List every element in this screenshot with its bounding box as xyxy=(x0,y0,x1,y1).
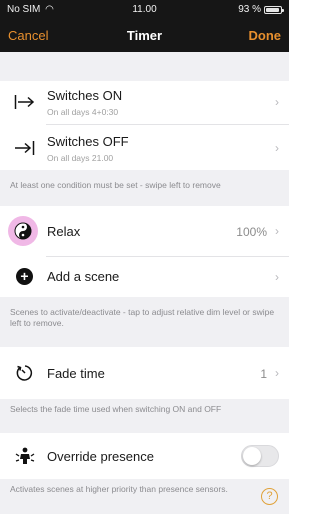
nav-bar: Cancel Timer Done xyxy=(0,28,289,46)
switches-off-subtitle: On all days 21.00 xyxy=(47,153,114,163)
status-bar: No SIM ◠ 11.00 93 % xyxy=(0,4,289,18)
arrow-bar-right-icon xyxy=(15,141,35,155)
arrow-to-bar-right-icon xyxy=(14,95,35,109)
section-spacer xyxy=(0,52,289,81)
done-button[interactable]: Done xyxy=(249,28,282,43)
override-presence-label: Override presence xyxy=(47,449,154,464)
add-scene-row[interactable]: + Add a scene › xyxy=(0,257,289,297)
battery-icon xyxy=(264,5,284,14)
header: No SIM ◠ 11.00 93 % Cancel Timer Done xyxy=(0,0,289,52)
battery-percent: 93 % xyxy=(238,4,261,15)
chevron-right-icon: › xyxy=(275,224,279,238)
chevron-right-icon: › xyxy=(275,366,279,380)
chevron-right-icon: › xyxy=(275,95,279,109)
switches-on-subtitle: On all days 4+0:30 xyxy=(47,107,119,117)
add-scene-label: Add a scene xyxy=(47,269,120,284)
override-presence-row: Override presence xyxy=(0,433,289,479)
scenes-note-section: Scenes to activate/deactivate - tap to a… xyxy=(0,297,289,347)
switches-on-title: Switches ON xyxy=(47,88,123,103)
scene-row-relax[interactable]: Relax 100% › xyxy=(0,206,289,256)
override-note: Activates scenes at higher priority than… xyxy=(10,484,228,494)
scene-relax-label: Relax xyxy=(47,224,81,239)
switches-off-row[interactable]: Switches OFF On all days 21.00 › xyxy=(0,125,289,170)
chevron-right-icon: › xyxy=(275,270,279,284)
fade-note-section: Selects the fade time used when switchin… xyxy=(0,399,289,433)
chevron-right-icon: › xyxy=(275,141,279,155)
presence-icon xyxy=(15,447,35,464)
condition-note-section: At least one condition must be set - swi… xyxy=(0,170,289,206)
help-icon[interactable]: ? xyxy=(261,488,278,505)
add-icon: + xyxy=(16,268,33,285)
condition-note: At least one condition must be set - swi… xyxy=(10,180,221,190)
timer-icon xyxy=(16,365,33,381)
scene-relax-value: 100% xyxy=(236,225,267,239)
fade-time-label: Fade time xyxy=(47,366,105,381)
fade-time-value: 1 xyxy=(260,367,267,381)
override-note-section: Activates scenes at higher priority than… xyxy=(0,479,289,514)
override-presence-toggle[interactable] xyxy=(241,445,279,467)
fade-time-row[interactable]: Fade time 1 › xyxy=(0,347,289,399)
scenes-note: Scenes to activate/deactivate - tap to a… xyxy=(10,307,275,328)
switches-on-row[interactable]: Switches ON On all days 4+0:30 › xyxy=(0,81,289,124)
switches-off-title: Switches OFF xyxy=(47,134,129,149)
fade-note: Selects the fade time used when switchin… xyxy=(10,404,222,414)
relax-scene-icon xyxy=(8,216,38,246)
page-title: Timer xyxy=(126,28,163,43)
